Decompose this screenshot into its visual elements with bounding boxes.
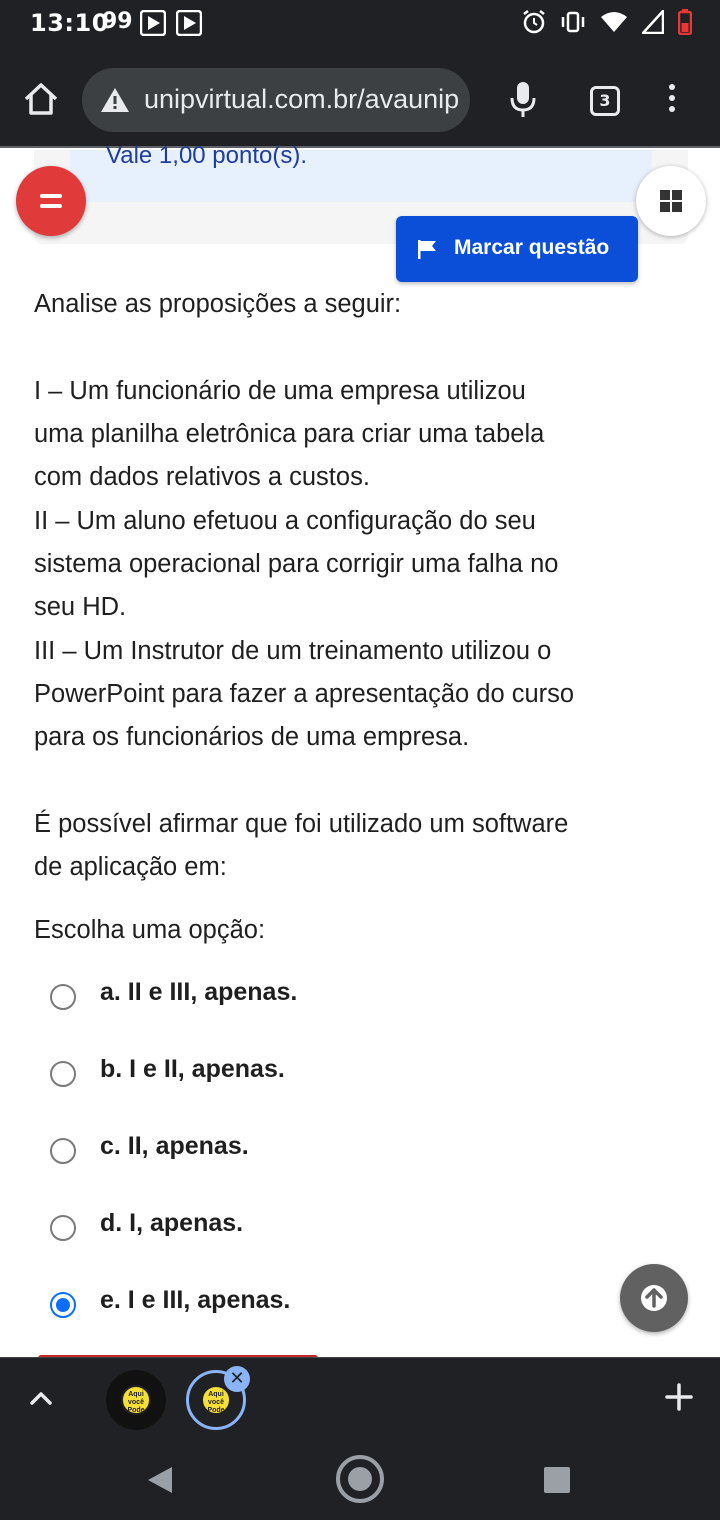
answer-option-e[interactable]: e. I e III, apenas. — [50, 1286, 610, 1336]
grid-icon — [660, 190, 670, 200]
answer-option-a[interactable]: a. II e III, apenas. — [50, 978, 610, 1028]
answer-option-c[interactable]: c. II, apenas. — [50, 1132, 610, 1182]
back-icon[interactable] — [146, 1465, 174, 1495]
status-bar: 13:10 99 — [0, 0, 720, 48]
drawer-toggle-button[interactable] — [16, 166, 86, 236]
home-nav-button[interactable] — [336, 1455, 384, 1503]
flag-question-label: Marcar questão — [454, 236, 610, 259]
answer-option-label: e. I e III, apenas. — [100, 1286, 291, 1314]
signal-icon — [642, 10, 664, 34]
radio-a[interactable] — [50, 984, 76, 1010]
tab-switcher-button[interactable]: 3 — [590, 86, 620, 116]
question-text-line: PowerPoint para fazer a apresentação do … — [34, 680, 575, 708]
question-text-line: seu HD. — [34, 593, 127, 621]
status-time: 13:10 — [30, 9, 109, 37]
arrow-up-icon — [641, 1285, 667, 1311]
question-text-line: sistema operacional para corrigir uma fa… — [34, 550, 559, 578]
flag-icon — [418, 240, 436, 259]
radio-b[interactable] — [50, 1061, 76, 1087]
question-text-line: III – Um Instrutor de um treinamento uti… — [34, 637, 552, 665]
answer-option-b[interactable]: b. I e II, apenas. — [50, 1055, 610, 1105]
answer-option-label: d. I, apenas. — [100, 1209, 244, 1237]
question-text-line: com dados relativos a custos. — [34, 463, 370, 491]
favicon: Aqui você Pode — [121, 1385, 151, 1415]
favicon: Aqui você Pode — [201, 1385, 231, 1415]
question-text-line: I – Um funcionário de uma empresa utiliz… — [34, 377, 526, 405]
answer-option-label: a. II e III, apenas. — [100, 978, 298, 1006]
play-icon — [140, 10, 166, 36]
question-info-box: Vale 1,00 ponto(s). — [70, 142, 652, 202]
wifi-icon — [601, 12, 627, 32]
alarm-icon — [523, 10, 545, 34]
answer-option-d[interactable]: d. I, apenas. — [50, 1209, 610, 1259]
radio-c[interactable] — [50, 1138, 76, 1164]
radio-d[interactable] — [50, 1215, 76, 1241]
question-text-line: de aplicação em: — [34, 853, 227, 881]
question-text-line: É possível afirmar que foi utilizado um … — [34, 810, 569, 838]
answer-option-label: c. II, apenas. — [100, 1132, 249, 1160]
url-bar[interactable]: unipvirtual.com.br/avaunip — [82, 68, 470, 132]
overflow-menu-icon[interactable] — [664, 84, 680, 118]
question-text-line: Analise as proposições a seguir: — [34, 290, 402, 318]
flag-question-button[interactable]: Marcar questão — [396, 216, 638, 282]
tab-strip: Aqui você Pode Aqui você Pode ✕ — [0, 1357, 720, 1441]
question-points: Vale 1,00 ponto(s). — [106, 142, 308, 169]
chevron-up-icon[interactable] — [28, 1388, 54, 1408]
choose-option-prompt: Escolha uma opção: — [34, 916, 266, 944]
home-icon[interactable] — [22, 80, 60, 118]
browser-toolbar: unipvirtual.com.br/avaunip 3 — [0, 48, 720, 148]
system-nav-bar — [0, 1441, 720, 1520]
scroll-to-top-button[interactable] — [620, 1264, 688, 1332]
question-text-line: uma planilha eletrônica para criar uma t… — [34, 420, 545, 448]
quiz-navigation-button[interactable] — [636, 166, 706, 236]
close-tab-icon[interactable]: ✕ — [224, 1366, 250, 1392]
question-text-line: para os funcionários de uma empresa. — [34, 723, 470, 751]
recents-button[interactable] — [544, 1467, 570, 1493]
new-tab-icon[interactable] — [664, 1382, 694, 1412]
play-icon — [176, 10, 202, 36]
tab-thumbnail[interactable]: Aqui você Pode — [106, 1370, 166, 1430]
question-text-line: II – Um aluno efetuou a configuração do … — [34, 507, 536, 535]
url-text: unipvirtual.com.br/avaunip — [144, 84, 460, 114]
warning-icon — [101, 88, 129, 112]
notification-count: 99 — [102, 9, 133, 34]
answer-option-label: b. I e II, apenas. — [100, 1055, 285, 1083]
battery-low-icon — [678, 9, 692, 35]
vibrate-icon — [561, 11, 585, 33]
mic-icon[interactable] — [508, 80, 538, 118]
radio-e[interactable] — [50, 1292, 76, 1318]
